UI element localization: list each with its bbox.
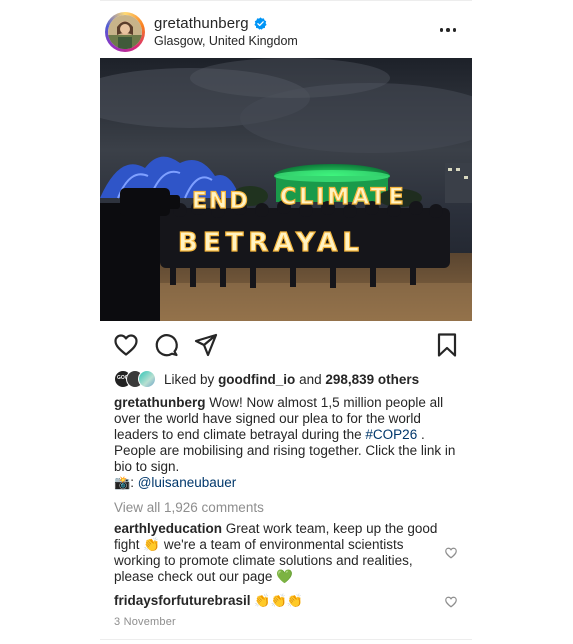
post-username[interactable]: gretathunberg (154, 15, 249, 32)
instagram-post: gretathunberg Glasgow, United Kingdom EN… (100, 0, 472, 644)
comment-text: 👏👏👏 (254, 594, 303, 609)
divider (100, 639, 472, 640)
comment-item: earthlyeducation Great work team, keep u… (114, 521, 444, 585)
heart-icon[interactable] (112, 331, 140, 359)
comment-item: fridaysforfuturebrasil 👏👏👏 (114, 593, 444, 610)
post-location[interactable]: Glasgow, United Kingdom (154, 34, 298, 48)
action-bar (100, 331, 472, 361)
svg-text:END: END (192, 189, 250, 214)
paper-plane-icon[interactable] (192, 331, 220, 359)
photo-credit: 📸: @luisaneubauer (114, 475, 462, 492)
svg-text:CLIMATE: CLIMATE (280, 185, 407, 210)
caption-username[interactable]: gretathunberg (114, 395, 206, 410)
comment-like-heart-icon[interactable] (444, 546, 458, 560)
more-options-icon[interactable] (438, 20, 458, 40)
credit-separator: : (130, 475, 134, 490)
post-header: gretathunberg Glasgow, United Kingdom (100, 10, 472, 52)
avatar[interactable] (105, 12, 145, 52)
mention-link[interactable]: @luisaneubauer (138, 475, 237, 490)
comment-username[interactable]: fridaysforfuturebrasil (114, 593, 251, 608)
verified-badge-icon (254, 17, 267, 30)
likes-prefix: Liked by (164, 371, 215, 387)
comment-like-heart-icon[interactable] (444, 595, 458, 609)
comment-bubble-icon[interactable] (152, 331, 180, 359)
camera-emoji: 📸 (114, 476, 131, 491)
post-photo[interactable]: END CLIMATE BETRAYAL (100, 58, 472, 321)
liker-avatar (138, 370, 156, 388)
username-row: gretathunberg (154, 15, 267, 32)
bookmark-icon[interactable] (433, 331, 461, 359)
post-caption: gretathunberg Wow! Now almost 1,5 millio… (114, 395, 462, 492)
likes-joiner: and (299, 371, 322, 387)
likes-row: GOOD Liked by goodfind_io and 298,839 ot… (114, 369, 419, 389)
liker-username[interactable]: goodfind_io (218, 372, 295, 387)
view-all-comments-link[interactable]: View all 1,926 comments (114, 500, 264, 515)
avatar-image (108, 15, 142, 49)
likes-count[interactable]: 298,839 others (325, 372, 419, 387)
post-date: 3 November (114, 616, 176, 628)
hashtag-link[interactable]: #COP26 (365, 427, 417, 442)
liker-avatars: GOOD (114, 369, 160, 389)
comment-username[interactable]: earthlyeducation (114, 521, 222, 536)
svg-text:BETRAYAL: BETRAYAL (178, 228, 364, 258)
divider (100, 0, 472, 1)
